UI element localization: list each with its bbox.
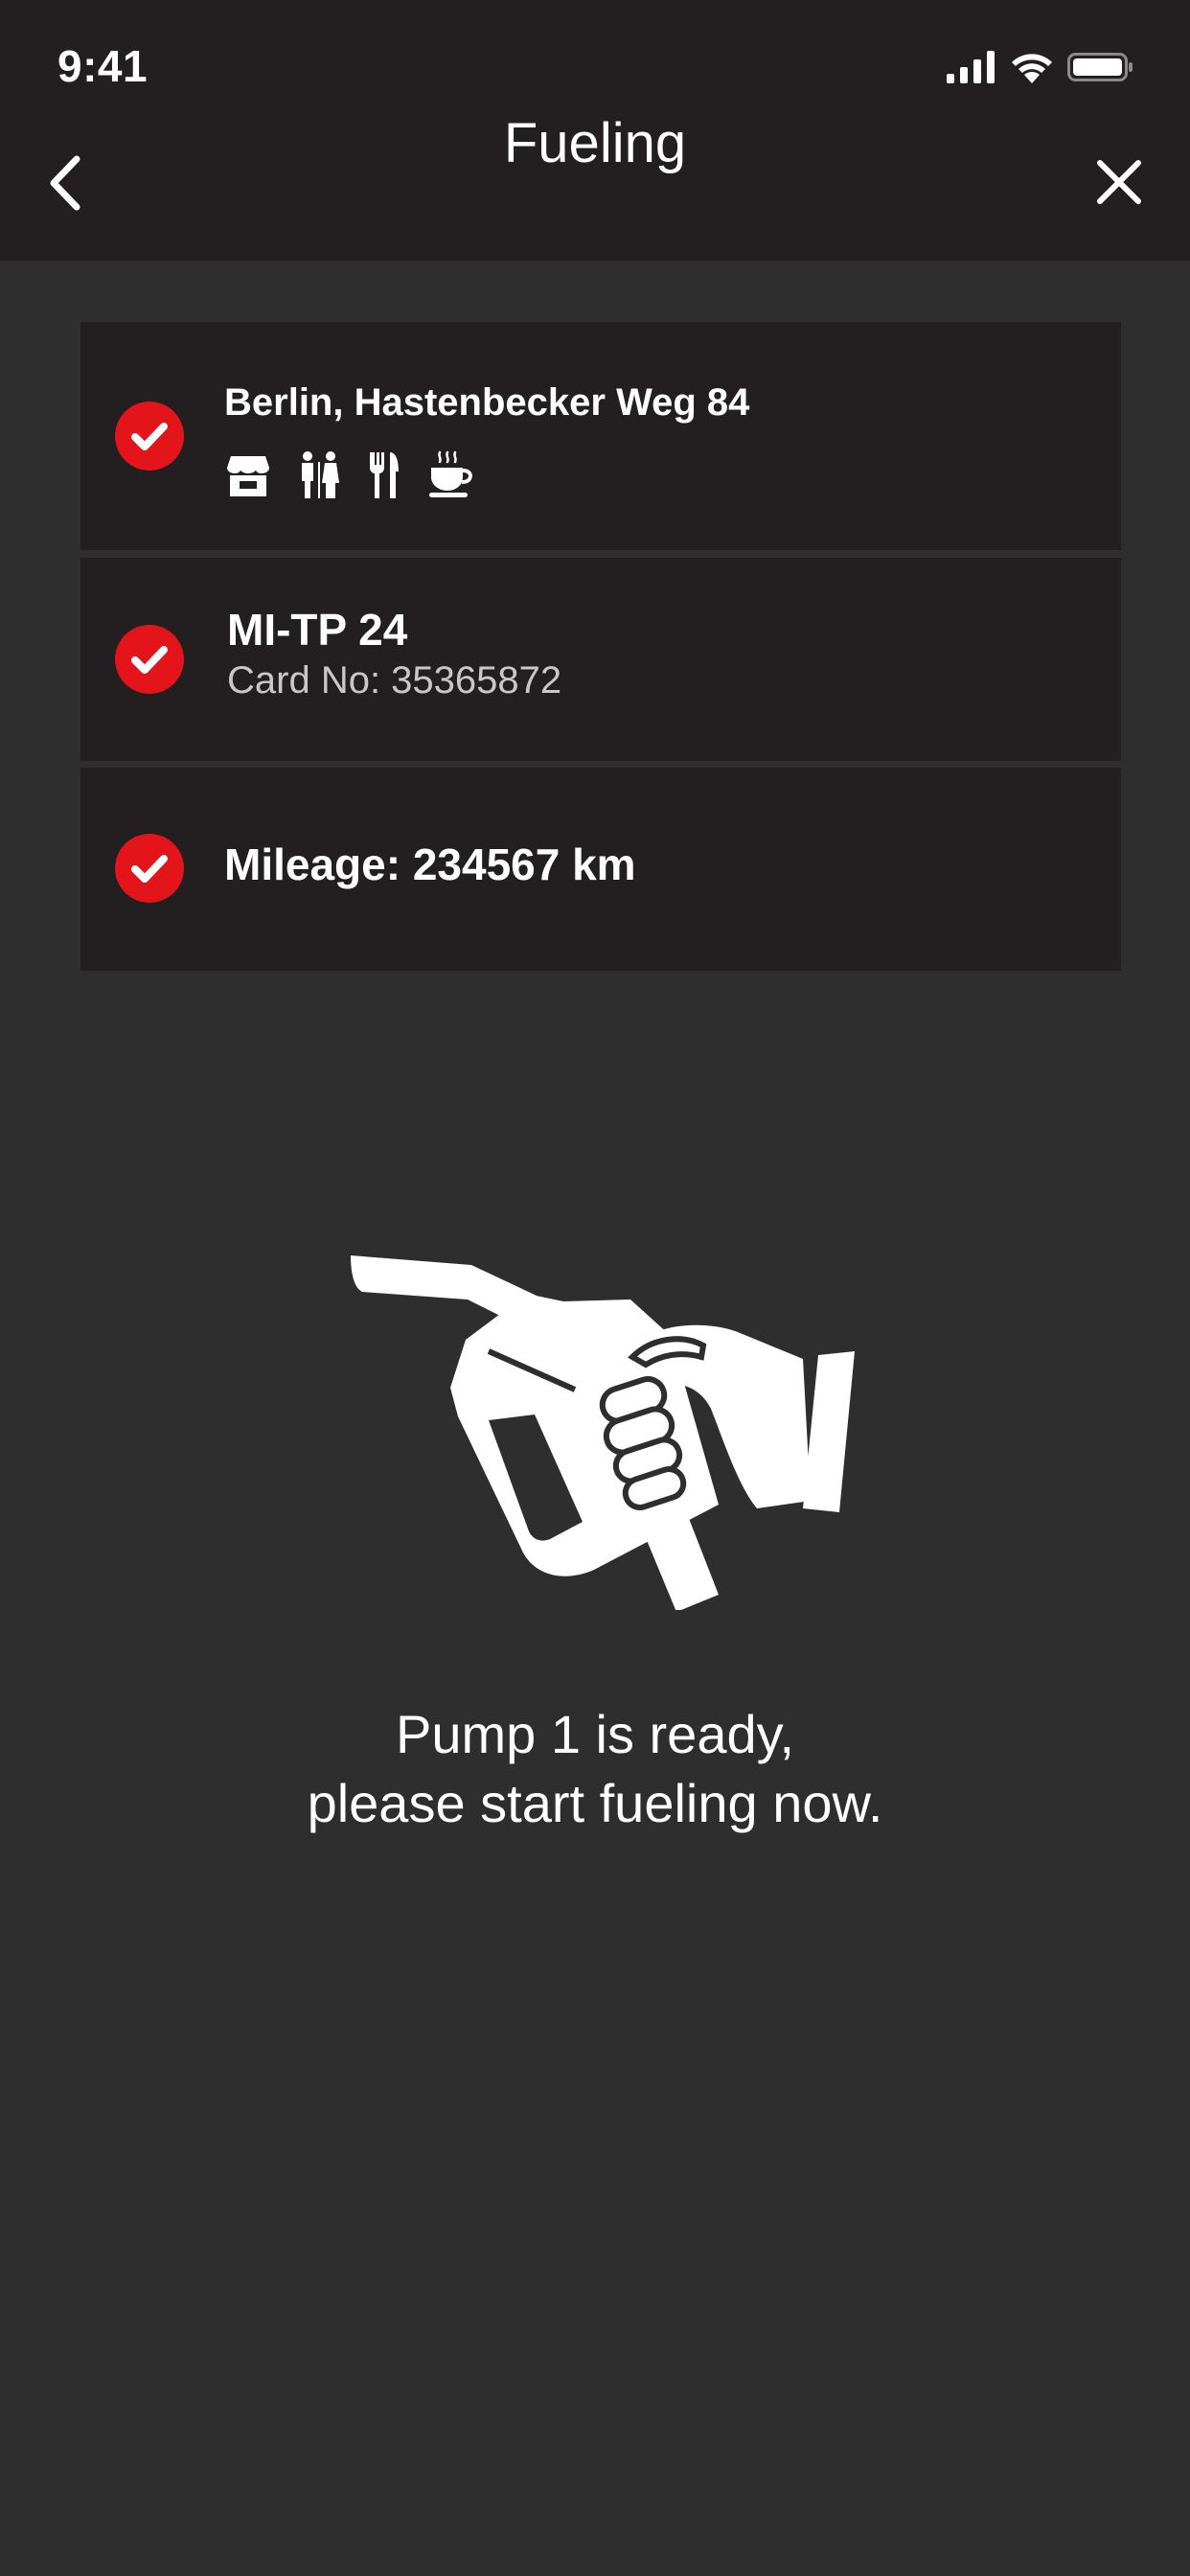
status-message: Pump 1 is ready, please start fueling no… xyxy=(0,1700,1190,1838)
restroom-icon xyxy=(302,451,339,498)
battery-icon xyxy=(1067,53,1133,81)
fuel-nozzle-hand-icon xyxy=(351,1255,855,1610)
amenities-row xyxy=(225,450,474,498)
cellular-signal-icon xyxy=(947,51,995,83)
page-title: Fueling xyxy=(503,112,687,174)
status-message-line-1: Pump 1 is ready, xyxy=(395,1704,795,1764)
status-message-line-2: please start fueling now. xyxy=(307,1773,883,1833)
wifi-icon xyxy=(1012,54,1052,83)
status-icons xyxy=(947,48,1134,86)
coffee-icon xyxy=(429,450,472,497)
vehicle-card: MI-TP 24 Card No: 35365872 xyxy=(80,558,1121,761)
station-name: Berlin, Hastenbecker Weg 84 xyxy=(224,381,750,424)
card-number: Card No: 35365872 xyxy=(227,659,562,702)
close-icon xyxy=(1097,160,1141,204)
mileage-card: Mileage: 234567 km xyxy=(80,768,1121,971)
check-icon xyxy=(115,625,184,694)
license-plate: MI-TP 24 xyxy=(227,605,408,655)
check-icon xyxy=(115,834,184,903)
check-icon xyxy=(115,402,184,471)
restaurant-icon xyxy=(370,452,399,498)
station-card: Berlin, Hastenbecker Weg 84 xyxy=(80,322,1121,550)
top-bar: 9:41 Fueling xyxy=(0,0,1190,261)
close-button[interactable] xyxy=(1090,153,1148,211)
mileage-text: Mileage: 234567 km xyxy=(224,840,636,889)
shop-icon xyxy=(227,456,269,496)
status-time: 9:41 xyxy=(57,41,149,91)
